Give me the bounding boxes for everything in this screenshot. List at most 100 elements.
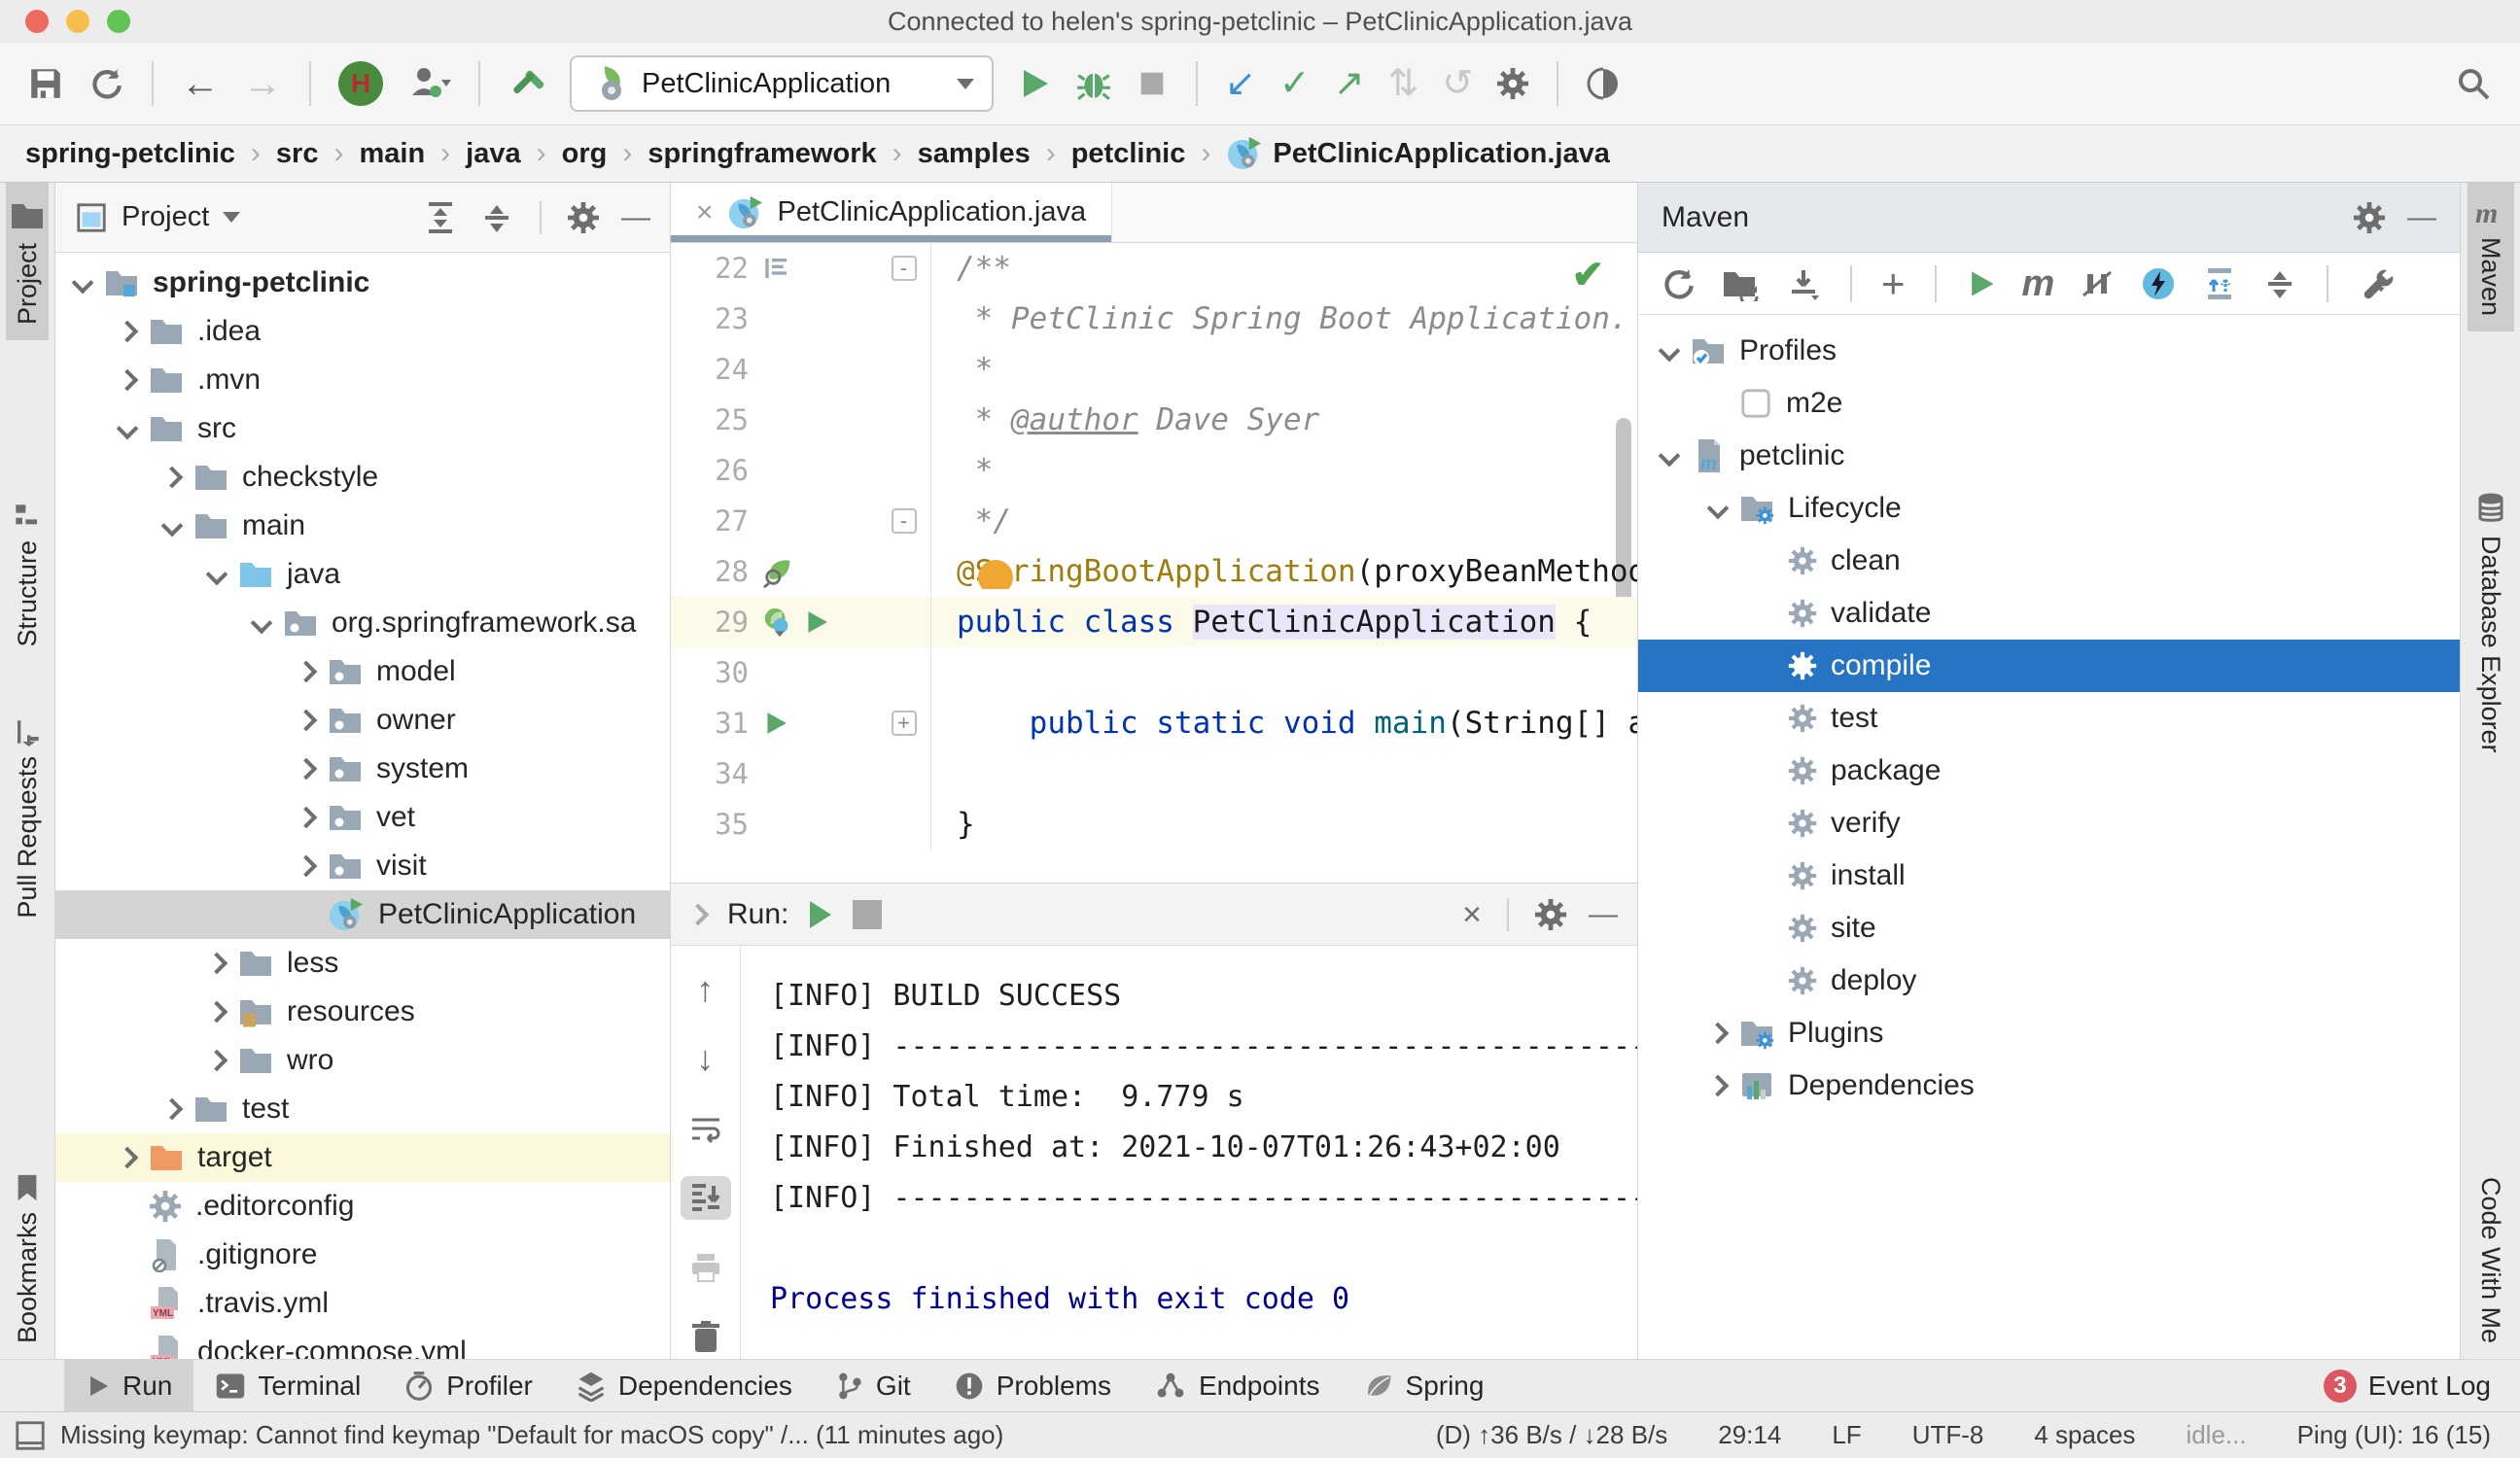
tree-chevron-icon[interactable] bbox=[251, 612, 273, 635]
chevron-right-icon[interactable] bbox=[687, 903, 710, 925]
code-text[interactable]: */ bbox=[931, 503, 1637, 538]
breadcrumb-item[interactable]: petclinic bbox=[1071, 138, 1186, 170]
tree-item-test[interactable]: test bbox=[55, 1085, 670, 1133]
status-item[interactable]: LF bbox=[1832, 1420, 1861, 1450]
tree-item-m2e[interactable]: m2e bbox=[1638, 377, 2460, 430]
breadcrumb-item[interactable]: java bbox=[466, 138, 520, 170]
project-panel-title[interactable]: Project bbox=[122, 201, 209, 233]
diff-icon[interactable]: ⇅ bbox=[1388, 65, 1419, 102]
status-item[interactable]: 4 spaces bbox=[2034, 1420, 2135, 1450]
editor-tab[interactable]: × PetClinicApplication.java bbox=[671, 183, 1112, 242]
settings-gear-icon[interactable] bbox=[1496, 67, 1529, 100]
breadcrumb-item[interactable]: PetClinicApplication.java bbox=[1226, 135, 1609, 172]
tree-chevron-icon[interactable] bbox=[1659, 445, 1681, 468]
zoom-window-button[interactable] bbox=[107, 10, 130, 33]
editor-line[interactable]: 29public class PetClinicApplication { bbox=[671, 597, 1637, 647]
status-item[interactable]: UTF-8 bbox=[1912, 1420, 1984, 1450]
close-window-button[interactable] bbox=[25, 10, 49, 33]
chevron-down-icon[interactable] bbox=[223, 212, 240, 223]
tree-item-less[interactable]: less bbox=[55, 939, 670, 988]
tree-item-test[interactable]: test bbox=[1638, 692, 2460, 745]
fold-expand-icon[interactable]: + bbox=[892, 711, 917, 736]
breadcrumb-item[interactable]: org bbox=[562, 138, 608, 170]
toolwindow-tab-terminal[interactable]: Terminal bbox=[193, 1360, 382, 1412]
tree-item-src[interactable]: src bbox=[55, 404, 670, 453]
fold-collapse-icon[interactable]: - bbox=[892, 256, 917, 281]
run-configuration-select[interactable]: PetClinicApplication bbox=[570, 55, 994, 112]
run-maven-goal-icon[interactable] bbox=[1966, 268, 1997, 299]
tree-item-checkstyle[interactable]: checkstyle bbox=[55, 453, 670, 502]
tree-item-petclinic[interactable]: mpetclinic bbox=[1638, 430, 2460, 482]
tree-item-org-springframework-sa[interactable]: org.springframework.sa bbox=[55, 599, 670, 647]
tree-item-compile[interactable]: compile bbox=[1638, 640, 2460, 692]
hide-maven-panel-icon[interactable]: — bbox=[2407, 203, 2436, 232]
tree-chevron-icon[interactable] bbox=[206, 564, 228, 586]
window-layout-icon[interactable] bbox=[14, 1419, 47, 1452]
code-text[interactable]: /** bbox=[931, 251, 1637, 286]
breadcrumb-item[interactable]: main bbox=[359, 138, 425, 170]
tree-item--idea[interactable]: .idea bbox=[55, 307, 670, 356]
offline-mode-icon[interactable] bbox=[2140, 265, 2177, 302]
editor-line[interactable]: 28@SpringBootApplication(proxyBeanMethod… bbox=[671, 546, 1637, 597]
breadcrumb-item[interactable]: springframework bbox=[648, 138, 876, 170]
editor-line[interactable]: 24 * bbox=[671, 344, 1637, 395]
search-everywhere-icon[interactable] bbox=[2454, 64, 2493, 103]
code-text[interactable]: public static void main(String[] args) { bbox=[931, 706, 1637, 741]
editor-line[interactable]: 34 bbox=[671, 748, 1637, 799]
status-item[interactable]: idle... bbox=[2186, 1420, 2246, 1450]
code-with-me-icon[interactable] bbox=[1586, 66, 1621, 101]
editor-line[interactable]: 27- */ bbox=[671, 496, 1637, 546]
reimport-maven-icon[interactable] bbox=[1660, 265, 1697, 302]
close-tab-icon[interactable]: × bbox=[696, 196, 714, 229]
expand-all-icon[interactable] bbox=[423, 200, 458, 235]
code-text[interactable]: } bbox=[931, 807, 1637, 842]
tree-item-site[interactable]: site bbox=[1638, 902, 2460, 955]
expand-all-icon[interactable] bbox=[2202, 266, 2237, 301]
tree-item-deploy[interactable]: deploy bbox=[1638, 955, 2460, 1007]
tree-item-clean[interactable]: clean bbox=[1638, 535, 2460, 587]
code-editor[interactable]: ✔ 22-/**23 * PetClinic Spring Boot Appli… bbox=[671, 243, 1637, 883]
scroll-up-icon[interactable]: ↑ bbox=[681, 967, 731, 1012]
stripe-tab-bookmarks[interactable]: Bookmarks bbox=[9, 1158, 47, 1359]
debug-button[interactable] bbox=[1075, 65, 1112, 102]
tree-chevron-icon[interactable] bbox=[117, 369, 139, 392]
run-button[interactable] bbox=[1017, 66, 1052, 101]
tree-item-dependencies[interactable]: Dependencies bbox=[1638, 1059, 2460, 1112]
status-item[interactable]: (D) ↑36 B/s / ↓28 B/s bbox=[1436, 1420, 1667, 1450]
tree-item-package[interactable]: package bbox=[1638, 745, 2460, 797]
tree-chevron-icon[interactable] bbox=[296, 661, 318, 683]
push-icon[interactable]: ↗ bbox=[1334, 65, 1365, 102]
rollback-icon[interactable]: ↺ bbox=[1442, 65, 1473, 102]
tree-chevron-icon[interactable] bbox=[296, 710, 318, 732]
toolwindow-tab-spring[interactable]: Spring bbox=[1342, 1360, 1506, 1412]
code-text[interactable]: public class PetClinicApplication { bbox=[931, 605, 1637, 640]
tree-chevron-icon[interactable] bbox=[206, 953, 228, 975]
run-settings-gear-icon[interactable] bbox=[1534, 898, 1567, 931]
fold-collapse-icon[interactable]: - bbox=[892, 508, 917, 534]
tree-chevron-icon[interactable] bbox=[1707, 1075, 1730, 1097]
stop-button[interactable] bbox=[1136, 67, 1169, 100]
tree-chevron-icon[interactable] bbox=[161, 515, 184, 538]
tree-item-wro[interactable]: wro bbox=[55, 1036, 670, 1085]
tree-chevron-icon[interactable] bbox=[117, 1147, 139, 1169]
soft-wrap-icon[interactable] bbox=[681, 1106, 731, 1151]
tree-item-system[interactable]: system bbox=[55, 745, 670, 793]
tree-item-owner[interactable]: owner bbox=[55, 696, 670, 745]
code-text[interactable]: * bbox=[931, 352, 1637, 387]
tree-chevron-icon[interactable] bbox=[296, 855, 318, 878]
toolwindow-tab-dependencies[interactable]: Dependencies bbox=[554, 1360, 814, 1412]
tree-chevron-icon[interactable] bbox=[1707, 1023, 1730, 1045]
toolwindow-tab-problems[interactable]: Problems bbox=[932, 1360, 1133, 1412]
sync-icon[interactable] bbox=[88, 65, 124, 102]
tree-chevron-icon[interactable] bbox=[1659, 340, 1681, 363]
hide-panel-icon[interactable]: — bbox=[621, 203, 650, 232]
rerun-icon[interactable] bbox=[810, 901, 831, 928]
tree-chevron-icon[interactable] bbox=[206, 1001, 228, 1024]
clear-console-icon[interactable] bbox=[681, 1315, 731, 1360]
scroll-to-end-icon[interactable] bbox=[681, 1176, 731, 1221]
panel-settings-gear-icon[interactable] bbox=[567, 201, 600, 234]
tree-item-model[interactable]: model bbox=[55, 647, 670, 696]
tree-chevron-icon[interactable] bbox=[296, 807, 318, 829]
collapse-all-icon[interactable] bbox=[2262, 266, 2297, 301]
console-output[interactable]: [INFO] BUILD SUCCESS[INFO] -------------… bbox=[741, 946, 1637, 1359]
